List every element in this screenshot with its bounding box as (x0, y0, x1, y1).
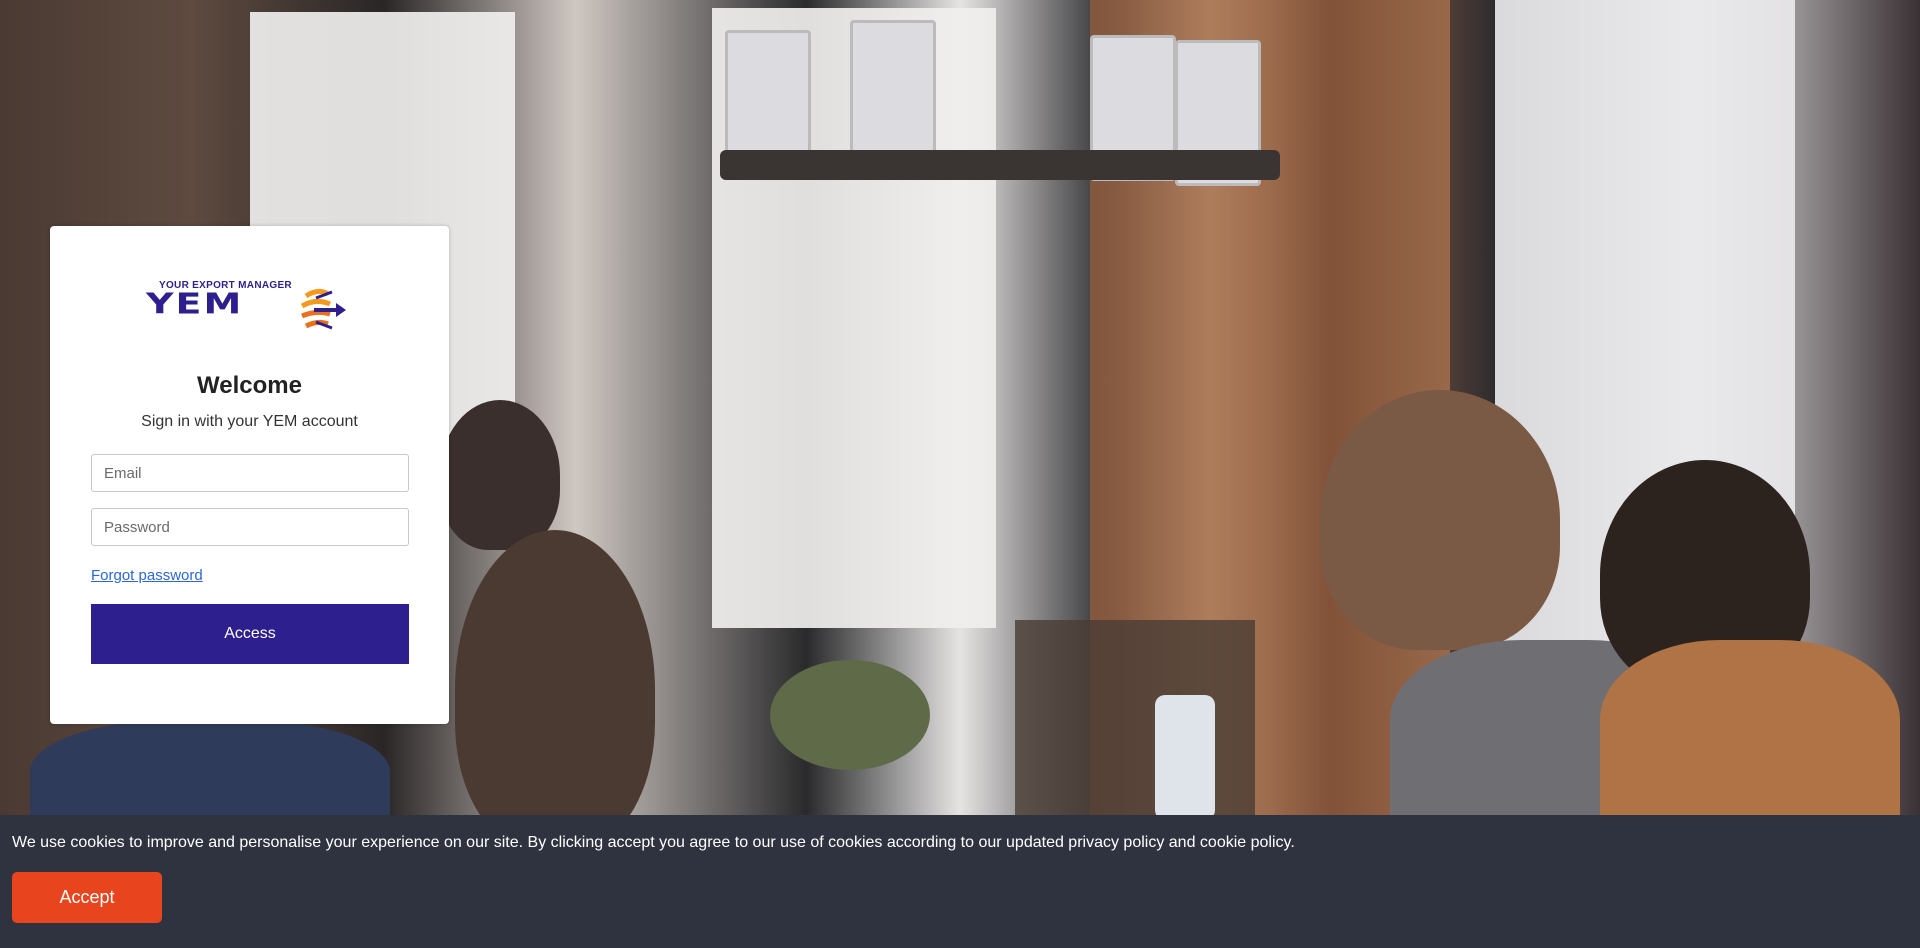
password-field[interactable] (91, 508, 409, 546)
login-card: YOUR EXPORT MANAGER YEM Welcome Sign in … (50, 226, 449, 724)
signin-subtitle: Sign in with your YEM account (141, 413, 358, 430)
welcome-title: Welcome (197, 372, 302, 399)
yem-globe-arrow-icon (300, 288, 346, 330)
forgot-password-link[interactable]: Forgot password (91, 567, 203, 584)
cookie-banner: We use cookies to improve and personalis… (0, 815, 1920, 948)
yem-logo: YOUR EXPORT MANAGER YEM (146, 280, 356, 330)
cookie-message: We use cookies to improve and personalis… (12, 834, 1295, 851)
login-page: YOUR EXPORT MANAGER YEM Welcome Sign in … (0, 0, 1920, 948)
accept-cookies-button[interactable]: Accept (12, 872, 162, 923)
access-button[interactable]: Access (91, 604, 409, 664)
logo-wordmark: YEM (146, 287, 244, 320)
email-field[interactable] (91, 454, 409, 492)
